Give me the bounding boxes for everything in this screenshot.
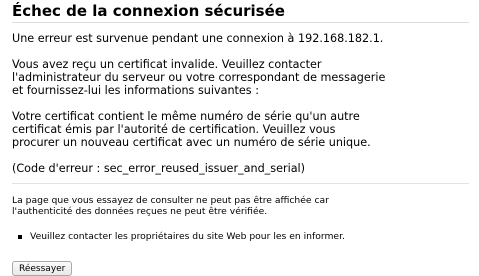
- error-code: (Code d'erreur : sec_error_reused_issuer…: [12, 162, 306, 175]
- bullet-icon: [18, 234, 22, 239]
- serial-number-paragraph: Votre certificat contient le même numéro…: [12, 110, 469, 149]
- retry-button[interactable]: Réessayer: [12, 261, 73, 276]
- short-description-line: La page que vous essayez de consulter ne…: [12, 195, 329, 206]
- paragraph-line: certificat émis par l'autorité de certif…: [12, 123, 336, 136]
- advice-text: Veuillez contacter les propriétaires du …: [30, 231, 345, 242]
- title-divider: [12, 22, 469, 23]
- advice-list-item: Veuillez contacter les propriétaires du …: [12, 231, 469, 242]
- paragraph-line: Vous avez reçu un certificat invalide. V…: [12, 58, 322, 71]
- error-intro: Une erreur est survenue pendant une conn…: [12, 32, 384, 45]
- invalid-certificate-paragraph: Vous avez reçu un certificat invalide. V…: [12, 58, 469, 97]
- paragraph-line: l'administrateur du serveur ou votre cor…: [12, 71, 386, 84]
- section-divider: [12, 183, 469, 184]
- error-title: Échec de la connexion sécurisée: [12, 2, 285, 20]
- paragraph-line: procurer un nouveau certificat avec un n…: [12, 136, 371, 149]
- paragraph-line: Votre certificat contient le même numéro…: [12, 110, 360, 123]
- paragraph-line: et fournissez-lui les informations suiva…: [12, 84, 259, 97]
- error-long-description: Une erreur est survenue pendant une conn…: [12, 32, 469, 175]
- short-description-line: l'authenticité des données reçues ne peu…: [12, 206, 268, 217]
- error-short-description: La page que vous essayez de consulter ne…: [12, 195, 469, 217]
- error-page: Échec de la connexion sécurisée Une erre…: [0, 0, 479, 276]
